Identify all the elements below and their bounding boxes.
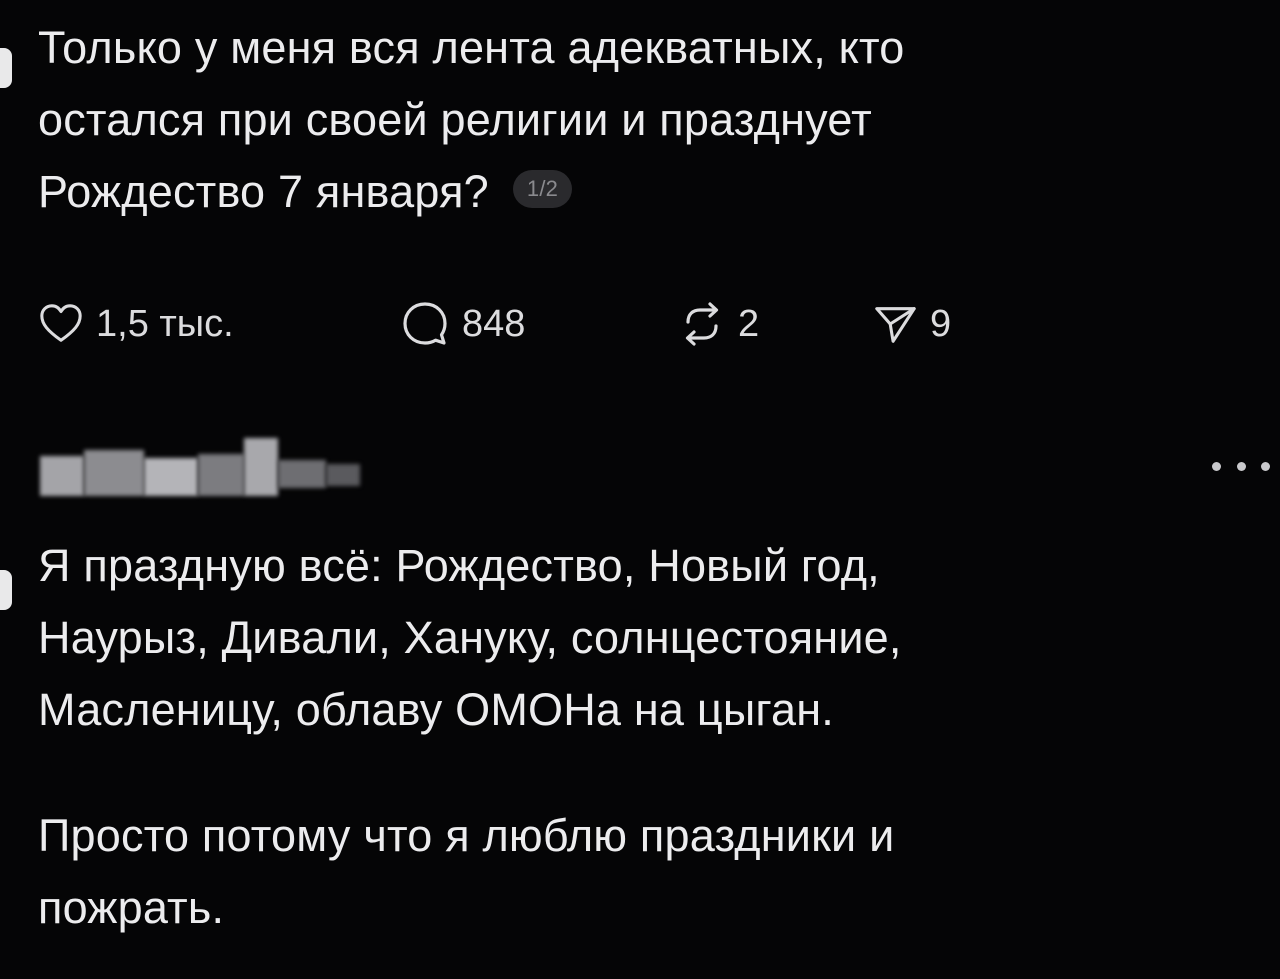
more-options-button[interactable] <box>1212 446 1270 486</box>
comment-bubble-icon <box>400 299 450 349</box>
post-2-paragraph-2: Просто потому что я люблю праздники и по… <box>38 800 894 944</box>
more-dot-3 <box>1261 461 1270 471</box>
more-dot-2 <box>1236 461 1246 471</box>
post-2-line-2: Наурыз, Дивали, Хануку, солнцестояние, <box>38 612 902 663</box>
post-2-paragraph-1: Я праздную всё: Рождество, Новый год, На… <box>38 530 902 746</box>
post-1-line-3: Рождество 7 января? 1/2 <box>38 156 905 228</box>
post-2-line-1: Я праздную всё: Рождество, Новый год, <box>38 540 880 591</box>
author-name-blurred[interactable] <box>38 436 378 496</box>
thread-indicator-top <box>0 48 12 88</box>
post-2-line-4: Просто потому что я люблю праздники и <box>38 810 895 861</box>
post-1-line-2: остался при своей религии и празднует <box>38 94 872 145</box>
share-count: 9 <box>930 302 952 345</box>
share-button[interactable]: 9 <box>872 292 951 356</box>
post-1-text: Только у меня вся лента адекватных, кто … <box>38 12 905 228</box>
post-1-action-bar: 1,5 тыс. 848 2 9 <box>38 292 1038 356</box>
repost-arrows-icon <box>678 300 726 348</box>
like-button[interactable]: 1,5 тыс. <box>38 292 234 356</box>
carousel-page-indicator: 1/2 <box>512 170 573 209</box>
repost-button[interactable]: 2 <box>678 292 759 356</box>
repost-count: 2 <box>738 302 760 345</box>
comment-count: 848 <box>462 302 526 345</box>
post-1-line-3-text: Рождество 7 января? <box>38 166 489 217</box>
more-dots-icon <box>1212 461 1221 471</box>
post-1-line-1: Только у меня вся лента адекватных, кто <box>38 22 905 73</box>
post-2-line-3: Масленицу, облаву ОМОНа на цыган. <box>38 684 834 735</box>
heart-icon <box>38 301 84 347</box>
comment-button[interactable]: 848 <box>400 292 525 356</box>
post-2-line-5: пожрать. <box>38 882 225 933</box>
paper-plane-icon <box>872 301 918 347</box>
like-count: 1,5 тыс. <box>96 302 234 345</box>
thread-indicator-bottom <box>0 570 12 610</box>
